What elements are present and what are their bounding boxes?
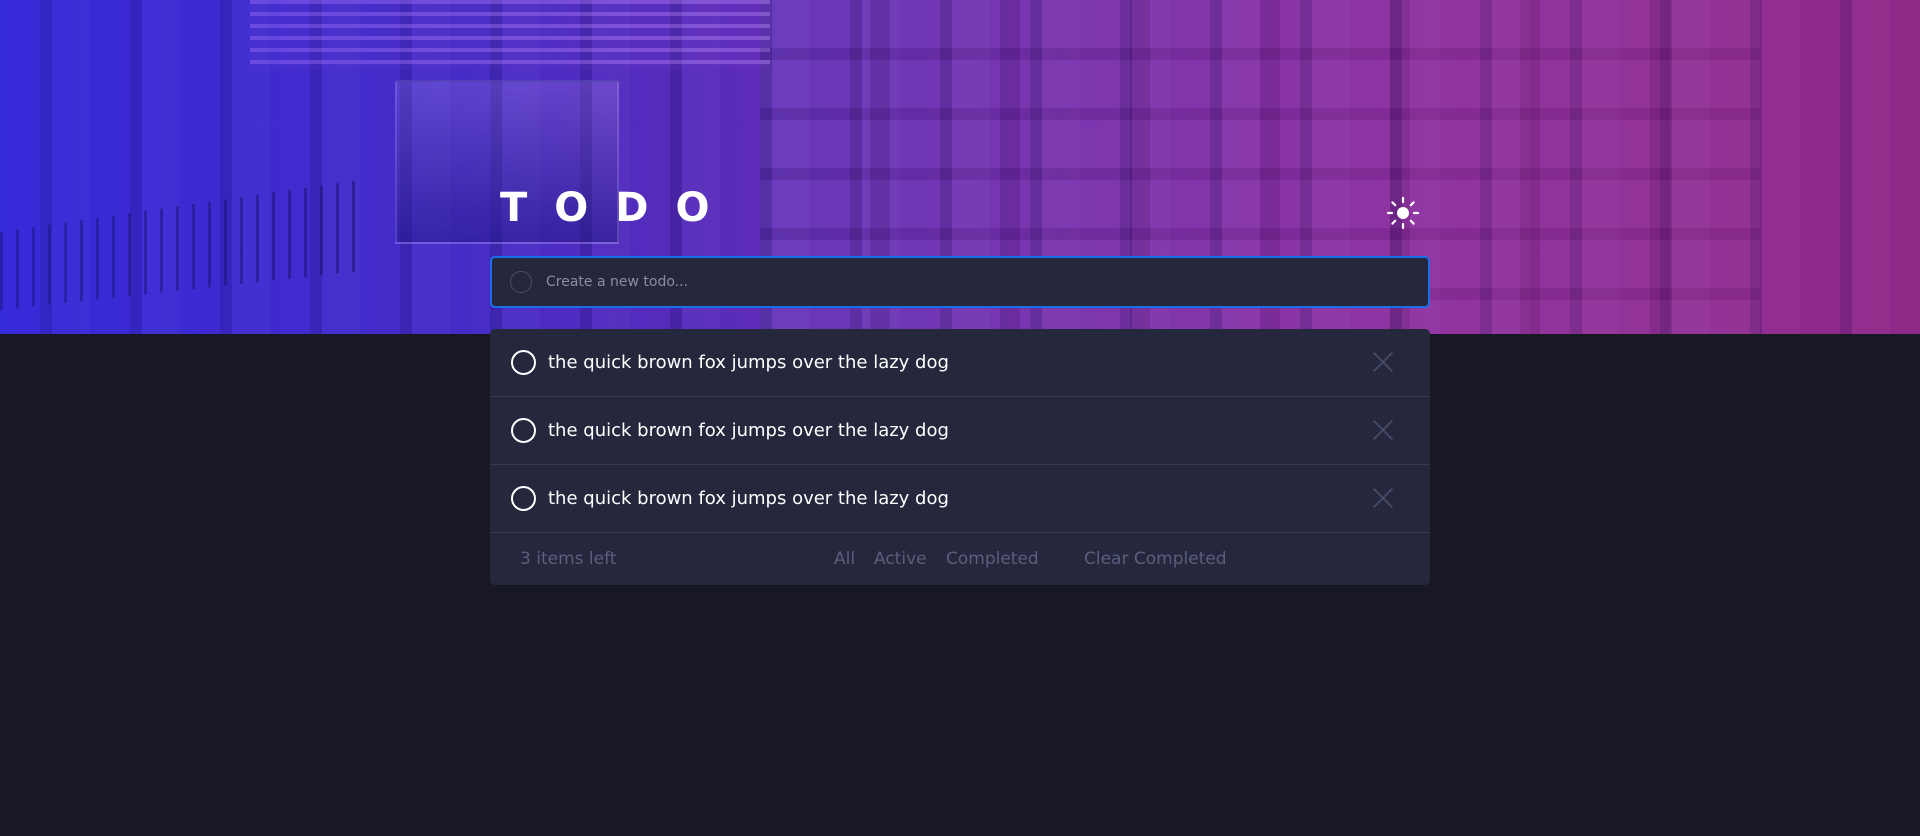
new-todo-input[interactable] — [544, 273, 1348, 291]
todo-text: the quick brown fox jumps over the lazy … — [548, 488, 949, 509]
clear-completed-button[interactable]: Clear Completed — [1084, 549, 1227, 569]
theme-toggle-button[interactable] — [1386, 196, 1420, 230]
new-todo-bar — [490, 256, 1430, 308]
todo-text: the quick brown fox jumps over the lazy … — [548, 420, 949, 441]
filter-completed[interactable]: Completed — [946, 549, 1039, 569]
items-left-count: 3 items left — [520, 549, 617, 569]
todo-check-circle[interactable] — [511, 350, 536, 375]
sun-icon — [1386, 196, 1420, 230]
todo-list: the quick brown fox jumps over the lazy … — [490, 329, 1430, 585]
todo-text: the quick brown fox jumps over the lazy … — [548, 352, 949, 373]
todo-item[interactable]: the quick brown fox jumps over the lazy … — [490, 329, 1430, 397]
filter-active[interactable]: Active — [874, 549, 927, 569]
close-icon[interactable] — [1372, 351, 1394, 373]
close-icon[interactable] — [1372, 419, 1394, 441]
todo-check-circle[interactable] — [511, 418, 536, 443]
close-icon[interactable] — [1372, 487, 1394, 509]
todo-item[interactable]: the quick brown fox jumps over the lazy … — [490, 397, 1430, 465]
todo-check-circle[interactable] — [511, 486, 536, 511]
todo-item[interactable]: the quick brown fox jumps over the lazy … — [490, 465, 1430, 533]
todo-footer: 3 items left All Active Completed Clear … — [490, 533, 1430, 585]
page-title: TODO — [500, 185, 737, 231]
new-todo-check-circle[interactable] — [510, 271, 532, 293]
filter-all[interactable]: All — [834, 549, 855, 569]
